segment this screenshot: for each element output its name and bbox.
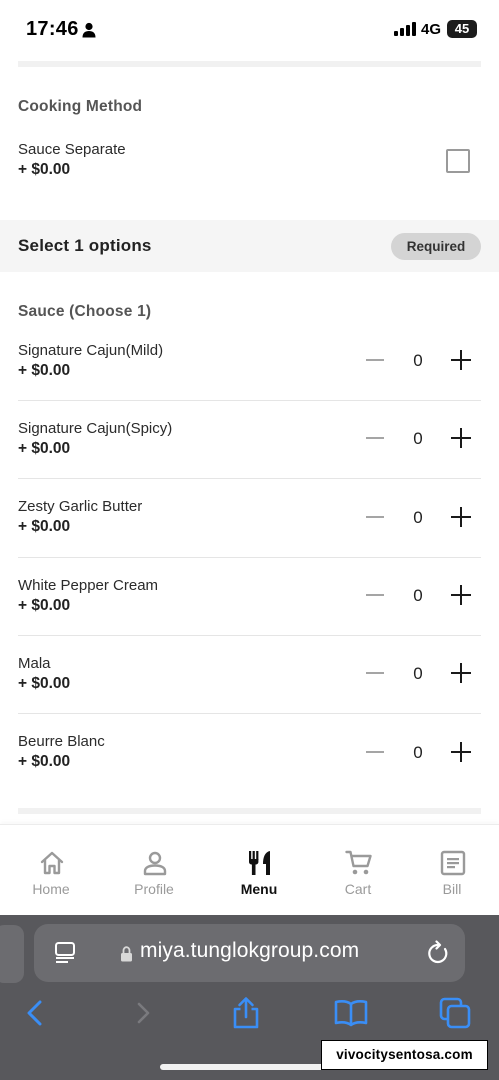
increment-button[interactable] bbox=[450, 349, 472, 371]
section-divider bbox=[18, 808, 481, 814]
status-bar: 17:46 4G 45 bbox=[0, 0, 499, 60]
increment-button[interactable] bbox=[450, 741, 472, 763]
cart-icon bbox=[345, 850, 372, 875]
url-text: miya.tunglokgroup.com bbox=[140, 939, 360, 962]
option-name: Sauce Separate bbox=[18, 141, 126, 158]
sauce-option-price: + $0.00 bbox=[18, 753, 71, 770]
select-options-header: Select 1 options Required bbox=[0, 220, 499, 272]
nav-label: Home bbox=[32, 881, 70, 897]
row-separator bbox=[18, 635, 481, 636]
nav-label: Menu bbox=[240, 881, 278, 897]
decrement-button[interactable] bbox=[364, 349, 386, 371]
decrement-button[interactable] bbox=[364, 741, 386, 763]
status-time: 17:46 bbox=[26, 18, 79, 40]
network-label: 4G bbox=[421, 21, 442, 38]
sauce-option-name: Signature Cajun(Mild) bbox=[18, 342, 164, 359]
cooking-method-label: Cooking Method bbox=[18, 98, 143, 115]
watermark-label: vivocitysentosa.com bbox=[321, 1040, 488, 1070]
nav-label: Bill bbox=[442, 881, 462, 897]
increment-button[interactable] bbox=[450, 427, 472, 449]
section-divider bbox=[18, 61, 481, 67]
sauce-separate-checkbox[interactable] bbox=[446, 149, 470, 173]
sauce-option-name: Zesty Garlic Butter bbox=[18, 498, 143, 515]
row-separator bbox=[18, 478, 481, 479]
nav-home[interactable]: Home bbox=[1, 825, 101, 917]
back-icon[interactable] bbox=[18, 995, 54, 1031]
nav-profile[interactable]: Profile bbox=[104, 825, 204, 917]
row-separator bbox=[18, 400, 481, 401]
menu-utensils-icon bbox=[249, 851, 270, 875]
reader-icon[interactable] bbox=[54, 941, 76, 965]
sauce-option-name: Mala bbox=[18, 655, 51, 672]
battery-icon: 45 bbox=[447, 20, 477, 38]
decrement-button[interactable] bbox=[364, 427, 386, 449]
quantity-value: 0 bbox=[413, 429, 423, 448]
previous-tab-stub[interactable] bbox=[0, 925, 24, 983]
battery-level: 45 bbox=[454, 21, 470, 36]
quantity-value: 0 bbox=[413, 351, 423, 370]
nav-bill[interactable]: Bill bbox=[402, 825, 499, 917]
nav-label: Cart bbox=[344, 881, 372, 897]
home-icon bbox=[40, 851, 64, 875]
row-separator bbox=[18, 557, 481, 558]
option-price: + $0.00 bbox=[18, 161, 71, 178]
bottom-nav: Home Profile Menu Cart Bill bbox=[0, 824, 499, 916]
nav-label: Profile bbox=[134, 881, 174, 897]
increment-button[interactable] bbox=[450, 584, 472, 606]
forward-icon[interactable] bbox=[125, 995, 161, 1031]
quantity-value: 0 bbox=[413, 743, 423, 762]
sauce-option-name: Beurre Blanc bbox=[18, 733, 105, 750]
sauce-option-price: + $0.00 bbox=[18, 675, 71, 692]
nav-menu[interactable]: Menu bbox=[209, 825, 309, 917]
decrement-button[interactable] bbox=[364, 662, 386, 684]
sauce-option-name: Signature Cajun(Spicy) bbox=[18, 420, 173, 437]
required-badge: Required bbox=[391, 233, 481, 260]
tabs-icon[interactable] bbox=[437, 995, 473, 1031]
bill-icon bbox=[440, 850, 466, 876]
quantity-value: 0 bbox=[413, 664, 423, 683]
sauce-option-price: + $0.00 bbox=[18, 440, 71, 457]
increment-button[interactable] bbox=[450, 506, 472, 528]
increment-button[interactable] bbox=[450, 662, 472, 684]
sauce-option-price: + $0.00 bbox=[18, 597, 71, 614]
sauce-option-price: + $0.00 bbox=[18, 518, 71, 535]
profile-icon bbox=[143, 851, 167, 876]
decrement-button[interactable] bbox=[364, 584, 386, 606]
lock-icon bbox=[121, 946, 132, 962]
home-indicator bbox=[160, 1064, 340, 1070]
reload-icon[interactable] bbox=[426, 940, 450, 966]
sauce-option-price: + $0.00 bbox=[18, 362, 71, 379]
row-separator bbox=[18, 713, 481, 714]
address-bar[interactable]: miya.tunglokgroup.com bbox=[34, 924, 465, 982]
decrement-button[interactable] bbox=[364, 506, 386, 528]
share-icon[interactable] bbox=[228, 995, 264, 1031]
sauce-option-name: White Pepper Cream bbox=[18, 577, 159, 594]
person-icon bbox=[82, 22, 96, 38]
bookmarks-icon[interactable] bbox=[333, 995, 369, 1031]
quantity-value: 0 bbox=[413, 508, 423, 527]
select-options-title: Select 1 options bbox=[18, 236, 152, 255]
quantity-value: 0 bbox=[413, 586, 423, 605]
nav-cart[interactable]: Cart bbox=[308, 825, 408, 917]
sauce-section-label: Sauce (Choose 1) bbox=[18, 303, 152, 320]
signal-icon bbox=[394, 22, 416, 36]
